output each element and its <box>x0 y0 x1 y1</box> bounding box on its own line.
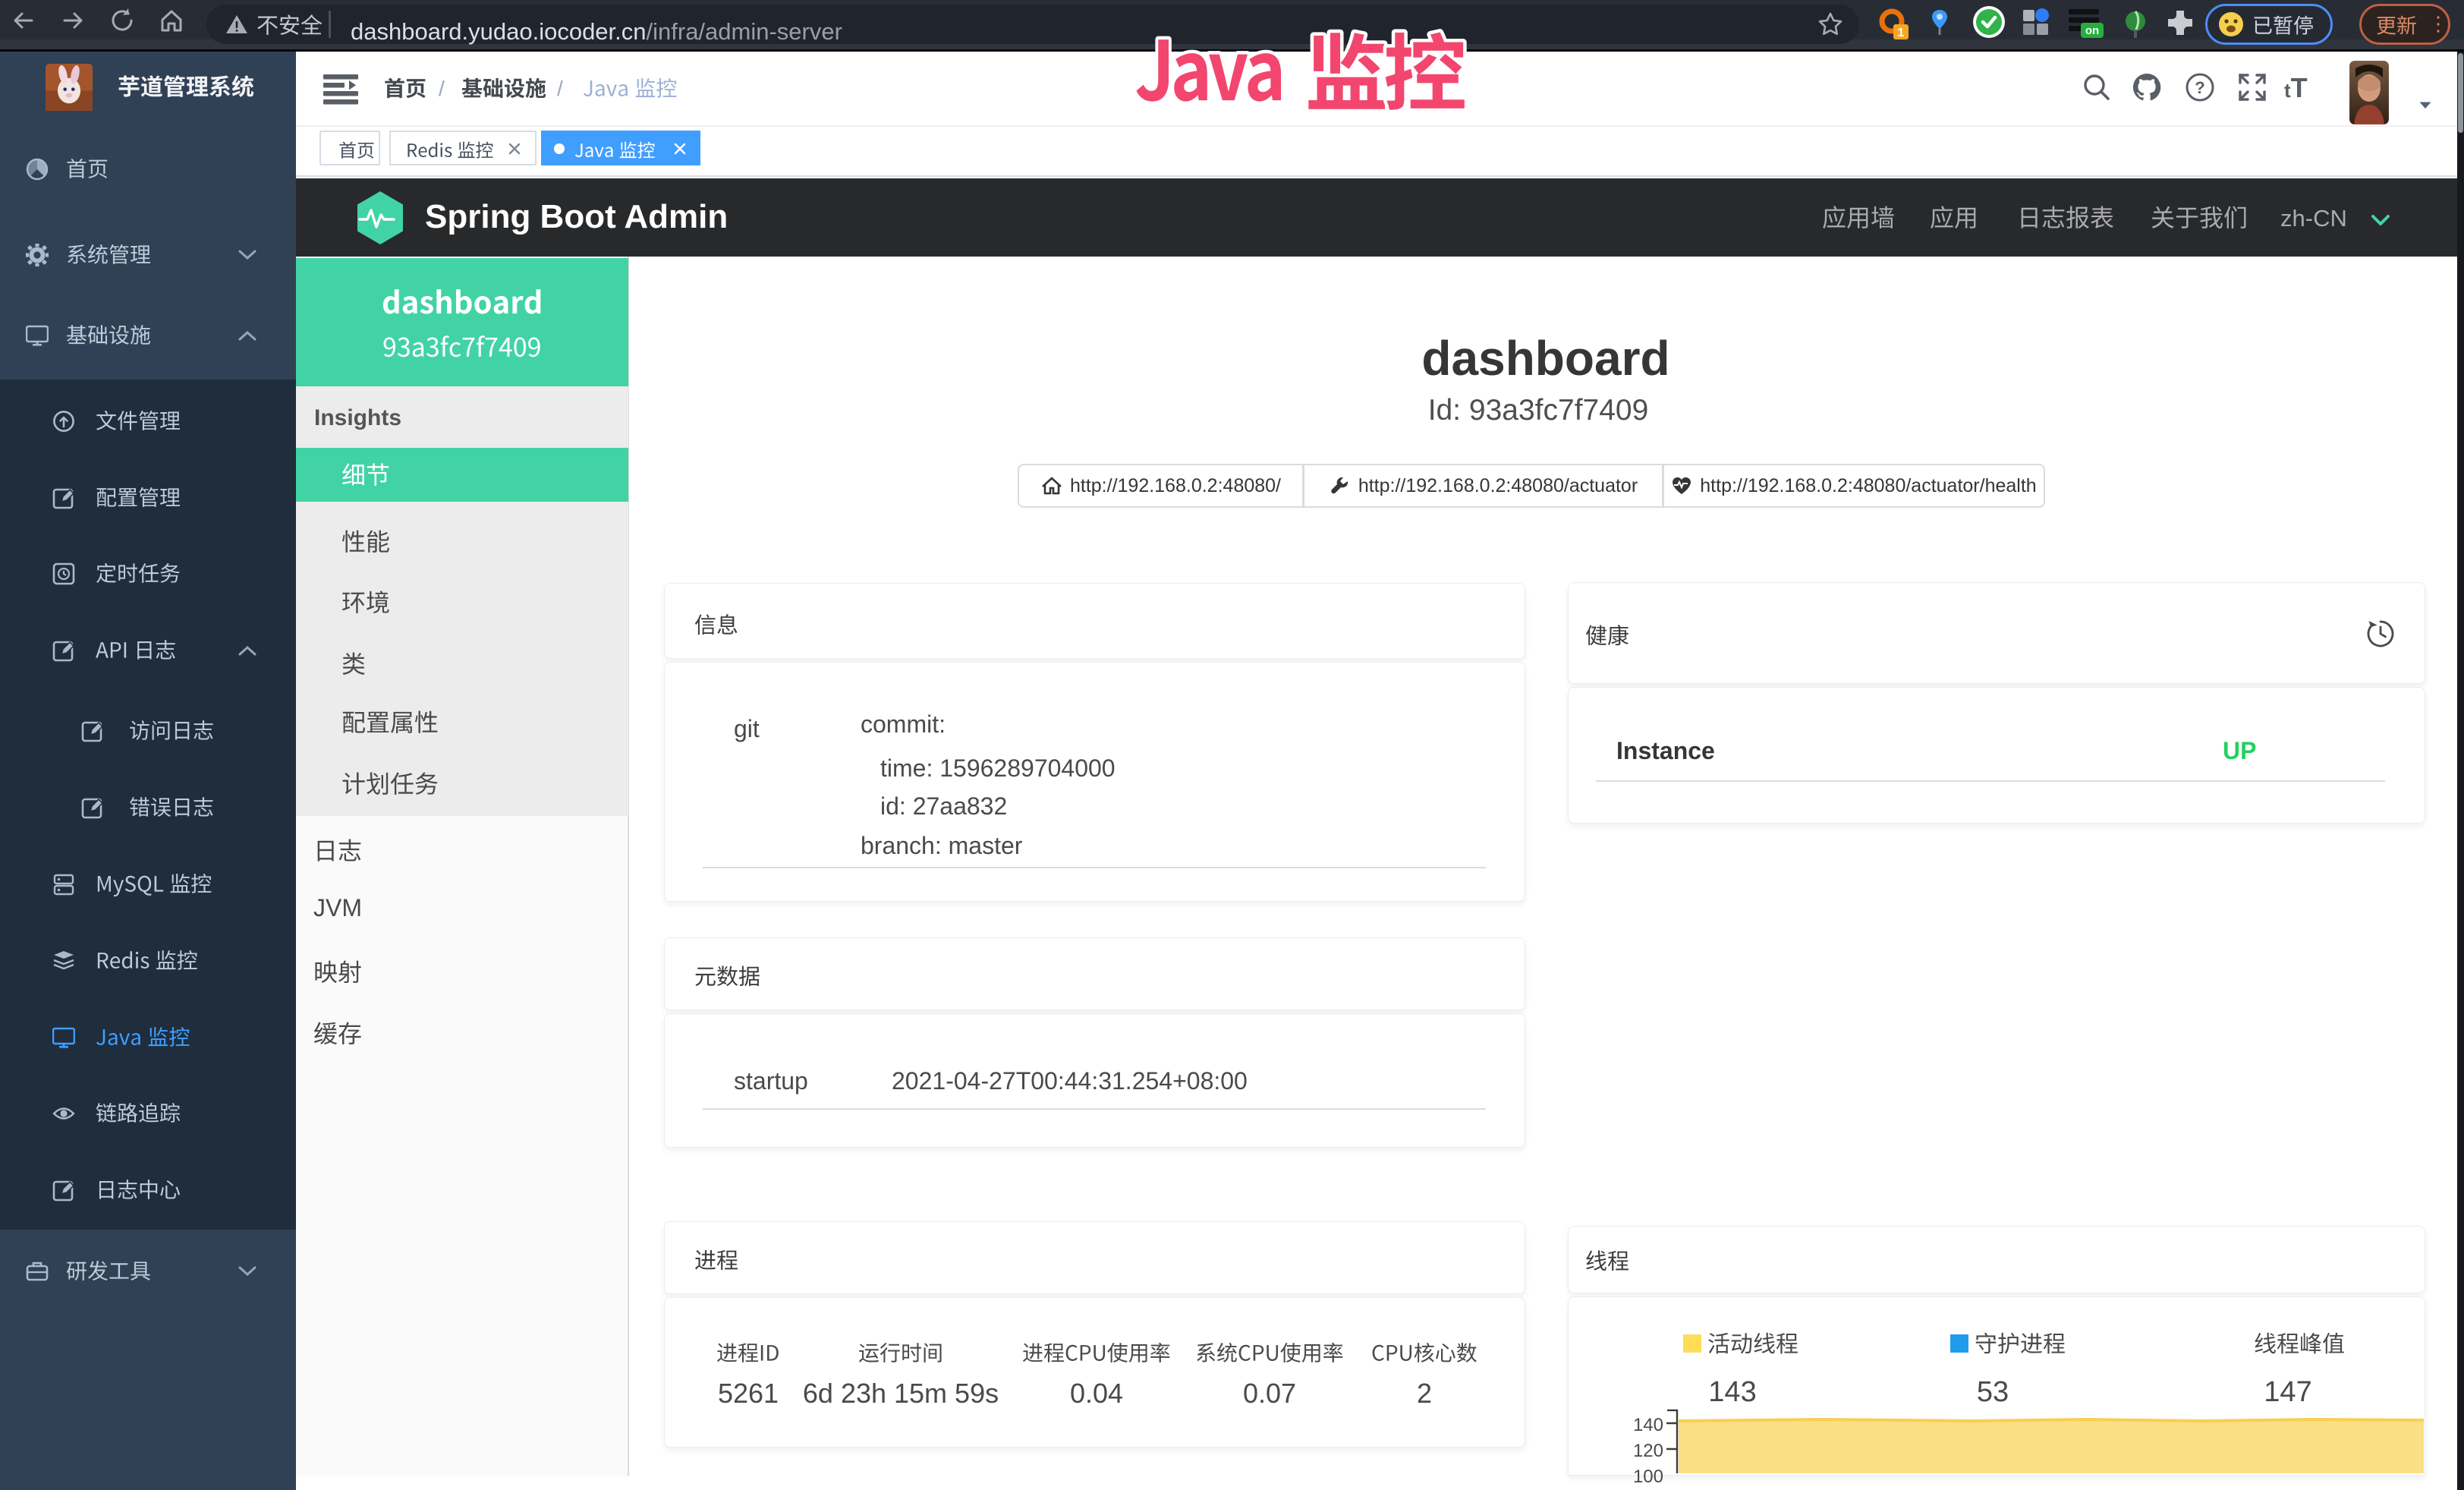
svg-text:?: ? <box>2195 78 2204 97</box>
svg-text:1: 1 <box>1898 27 1905 39</box>
svg-text:on: on <box>2085 24 2099 37</box>
